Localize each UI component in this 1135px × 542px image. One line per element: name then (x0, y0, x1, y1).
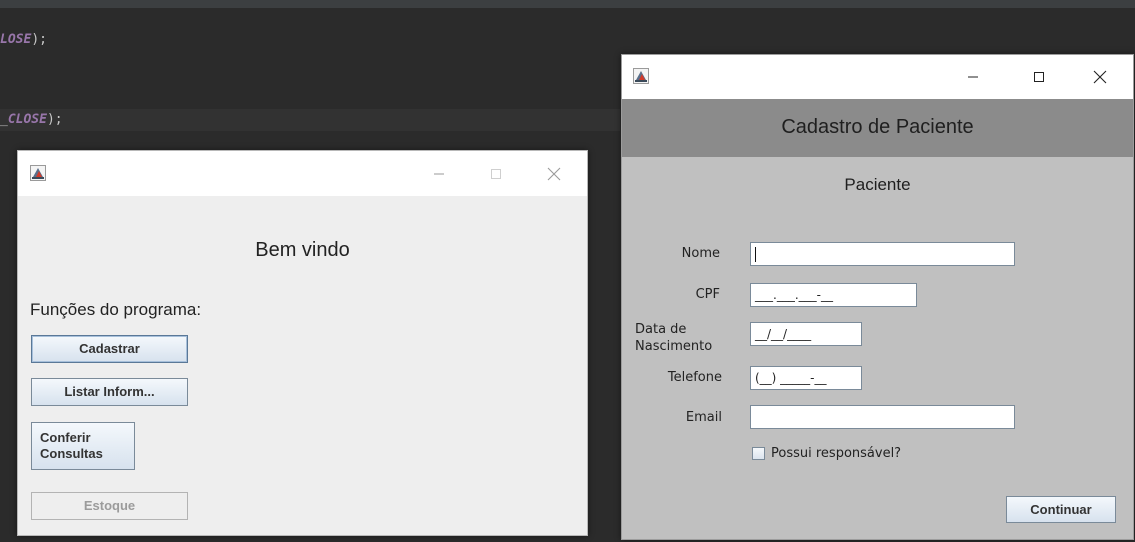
code-constant: LOSE (0, 32, 32, 47)
maximize-icon (1034, 72, 1044, 82)
possui-responsavel-label[interactable]: Possui responsável? (771, 446, 901, 461)
code-punctuation: ); (46, 112, 63, 127)
cadastrar-button[interactable]: Cadastrar (31, 335, 188, 363)
page-title: Cadastro de Paciente (781, 116, 974, 138)
conferir-line: Conferir (40, 430, 91, 445)
text-caret (755, 247, 756, 262)
close-icon (547, 167, 561, 180)
current-line-highlight (0, 109, 620, 131)
maximize-button[interactable] (1016, 55, 1062, 99)
close-button[interactable] (531, 151, 577, 196)
code-line: _CLOSE); (0, 110, 63, 130)
data-nascimento-label: Data de Nascimento (635, 321, 715, 355)
possui-responsavel-checkbox[interactable] (752, 447, 765, 460)
email-field[interactable] (750, 405, 1015, 429)
data-nascimento-field[interactable]: __/__/____ (750, 322, 862, 346)
nome-label: Nome (681, 246, 720, 261)
ide-top-panel (0, 0, 1135, 8)
minimize-icon (434, 173, 444, 174)
nascimento-line: Nascimento (635, 339, 713, 354)
conferir-consultas-label: Conferir Consultas (40, 430, 103, 462)
nome-field[interactable] (750, 242, 1015, 266)
cpf-label: CPF (695, 287, 720, 302)
welcome-heading: Bem vindo (255, 239, 350, 261)
telefone-field[interactable]: (__) _____-__ (750, 366, 862, 390)
email-label: Email (685, 410, 722, 425)
consultas-line: Consultas (40, 446, 103, 461)
telefone-label: Telefone (667, 370, 722, 385)
code-constant: CLOSE (7, 112, 47, 127)
data-line: Data de (635, 322, 687, 337)
patient-register-window: Cadastro de Paciente Paciente Nome CPF _… (621, 54, 1134, 540)
listar-informacoes-button[interactable]: Listar Inform... (31, 378, 188, 406)
conferir-consultas-button[interactable]: Conferir Consultas (31, 422, 135, 470)
welcome-window-titlebar[interactable] (18, 151, 587, 196)
java-app-icon (30, 165, 46, 181)
section-title: Paciente (844, 175, 911, 194)
code-punctuation: ); (31, 32, 47, 47)
continuar-button[interactable]: Continuar (1006, 496, 1116, 523)
maximize-icon (491, 168, 501, 179)
patient-window-titlebar[interactable] (622, 55, 1133, 99)
estoque-button: Estoque (31, 492, 188, 520)
possui-responsavel-checkbox-row[interactable]: Possui responsável? (752, 446, 901, 461)
minimize-button[interactable] (416, 151, 462, 196)
cpf-field[interactable]: ___.___.___-__ (750, 283, 917, 307)
functions-label: Funções do programa: (30, 300, 202, 319)
minimize-button[interactable] (950, 55, 996, 99)
code-line: LOSE); (0, 30, 47, 50)
java-app-icon (633, 68, 649, 84)
welcome-window: Bem vindo Funções do programa: Cadastrar… (17, 150, 588, 536)
maximize-button[interactable] (473, 151, 519, 196)
close-icon (1093, 70, 1107, 84)
code-prefix: _ (0, 112, 8, 127)
close-button[interactable] (1077, 55, 1123, 99)
minimize-icon (968, 76, 978, 78)
